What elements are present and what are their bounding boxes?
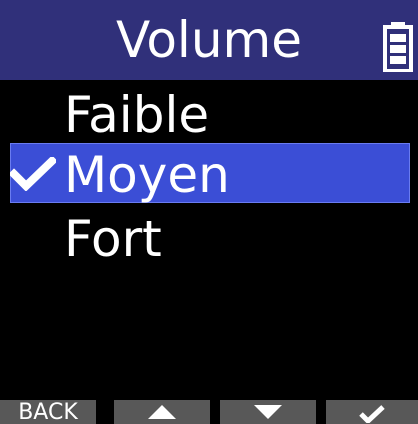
down-button[interactable] [220,400,316,424]
triangle-up-icon [148,405,176,419]
header-bar: Volume [0,0,418,80]
confirm-button[interactable] [326,400,418,424]
back-button-label: BACK [18,400,78,424]
menu-item-moyen[interactable]: Moyen [0,140,418,210]
battery-icon [383,22,413,72]
checkmark-icon [359,405,385,423]
device-screen: Volume Faible Moyen Fort BACK [0,0,418,424]
page-title: Volume [116,11,302,69]
menu-item-label: Fort [64,210,162,268]
back-button[interactable]: BACK [0,400,96,424]
triangle-down-icon [254,405,282,419]
checkmark-icon [10,157,56,191]
menu-item-fort[interactable]: Fort [0,204,418,274]
menu-item-label: Moyen [64,146,230,204]
up-button[interactable] [114,400,210,424]
